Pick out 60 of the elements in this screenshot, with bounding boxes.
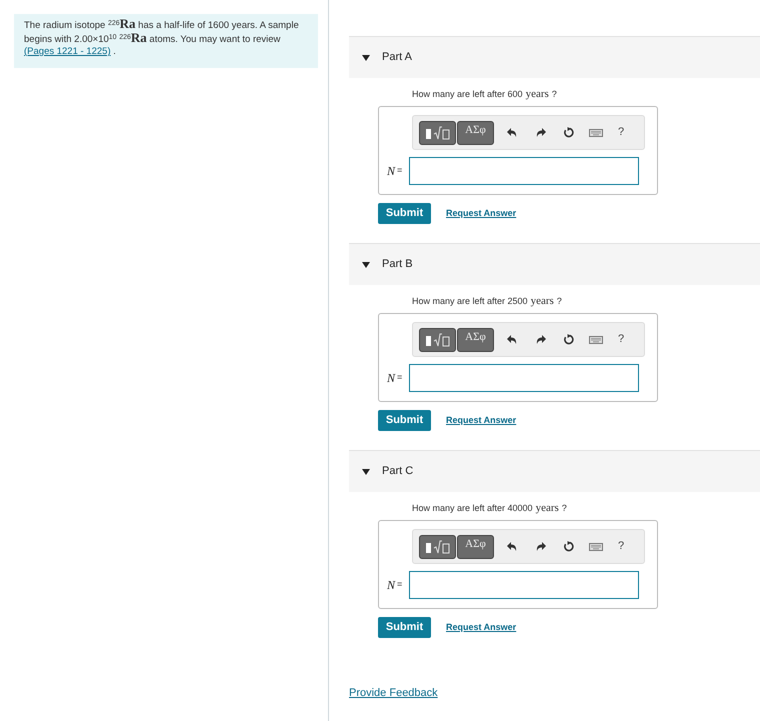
- answer-field[interactable]: [409, 157, 640, 185]
- keyboard-icon[interactable]: [589, 128, 603, 136]
- part-header[interactable]: Part C: [349, 450, 760, 492]
- part-title[interactable]: Part C: [380, 463, 414, 480]
- redo-icon[interactable]: [536, 542, 546, 552]
- answer-field[interactable]: [409, 364, 640, 392]
- request-answer-link[interactable]: Request Answer: [446, 620, 516, 634]
- question-text: How many are left after 2500: [412, 295, 528, 308]
- templates-button[interactable]: [419, 534, 456, 558]
- variable-label: N: [387, 577, 396, 594]
- request-answer-link[interactable]: Request Answer: [446, 206, 516, 220]
- question-mark: ?: [556, 295, 562, 308]
- radical-template-icon: [424, 540, 450, 554]
- equals-sign: =: [397, 164, 402, 178]
- templates-button[interactable]: [419, 120, 456, 144]
- symbols-button[interactable]: ΑΣφ: [457, 120, 494, 144]
- symbols-button[interactable]: ΑΣφ: [457, 328, 494, 352]
- answer-field[interactable]: [409, 571, 640, 599]
- question-mark: ?: [552, 88, 557, 101]
- reset-icon[interactable]: [563, 334, 574, 345]
- keyboard-icon[interactable]: [589, 336, 603, 344]
- equals-sign: =: [397, 578, 402, 592]
- keyboard-icon[interactable]: [589, 542, 603, 550]
- help-button[interactable]: ?: [618, 127, 624, 138]
- part-title[interactable]: Part B: [380, 256, 413, 273]
- request-answer-link[interactable]: Request Answer: [446, 414, 516, 428]
- help-button[interactable]: ?: [618, 541, 624, 552]
- part-title[interactable]: Part A: [380, 49, 412, 66]
- unit-text: years: [526, 87, 549, 102]
- help-button[interactable]: ?: [618, 334, 624, 345]
- radical-template-icon: [424, 332, 450, 346]
- question-text: How many are left after 600: [412, 88, 523, 101]
- submit-button[interactable]: Submit: [378, 203, 431, 224]
- variable-label: N: [387, 163, 396, 180]
- submit-button[interactable]: Submit: [378, 410, 431, 431]
- undo-icon[interactable]: [507, 334, 517, 344]
- submit-button[interactable]: Submit: [378, 617, 431, 638]
- reset-icon[interactable]: [563, 127, 574, 138]
- redo-icon[interactable]: [536, 334, 546, 344]
- unit-text: years: [536, 501, 559, 516]
- part-header[interactable]: Part B: [349, 243, 760, 285]
- radical-template-icon: [424, 126, 450, 140]
- variable-label: N: [387, 370, 396, 387]
- symbols-button[interactable]: ΑΣφ: [457, 534, 494, 558]
- reset-icon[interactable]: [563, 541, 574, 552]
- question-text: How many are left after 40000: [412, 502, 533, 515]
- redo-icon[interactable]: [536, 128, 546, 138]
- part-header[interactable]: Part A: [349, 36, 760, 78]
- caret-down-icon[interactable]: [362, 468, 370, 474]
- caret-down-icon[interactable]: [362, 262, 370, 268]
- question-mark: ?: [562, 502, 567, 515]
- undo-icon[interactable]: [507, 542, 517, 552]
- pages-link[interactable]: (Pages 1221 - 1225): [24, 46, 111, 57]
- caret-down-icon[interactable]: [362, 54, 370, 60]
- templates-button[interactable]: [419, 328, 456, 352]
- undo-icon[interactable]: [507, 128, 517, 138]
- feedback-link[interactable]: Provide Feedback: [349, 685, 438, 702]
- equals-sign: =: [397, 371, 402, 384]
- unit-text: years: [530, 294, 554, 309]
- problem-text: The radium isotope $^{226}$Ra has a half-life of 1600 years. A sample begins with 2.00×10$^{10}$ $^{226}$Ra atoms. You may want to review (Pages 1221 - 1225) .: [24, 18, 300, 58]
